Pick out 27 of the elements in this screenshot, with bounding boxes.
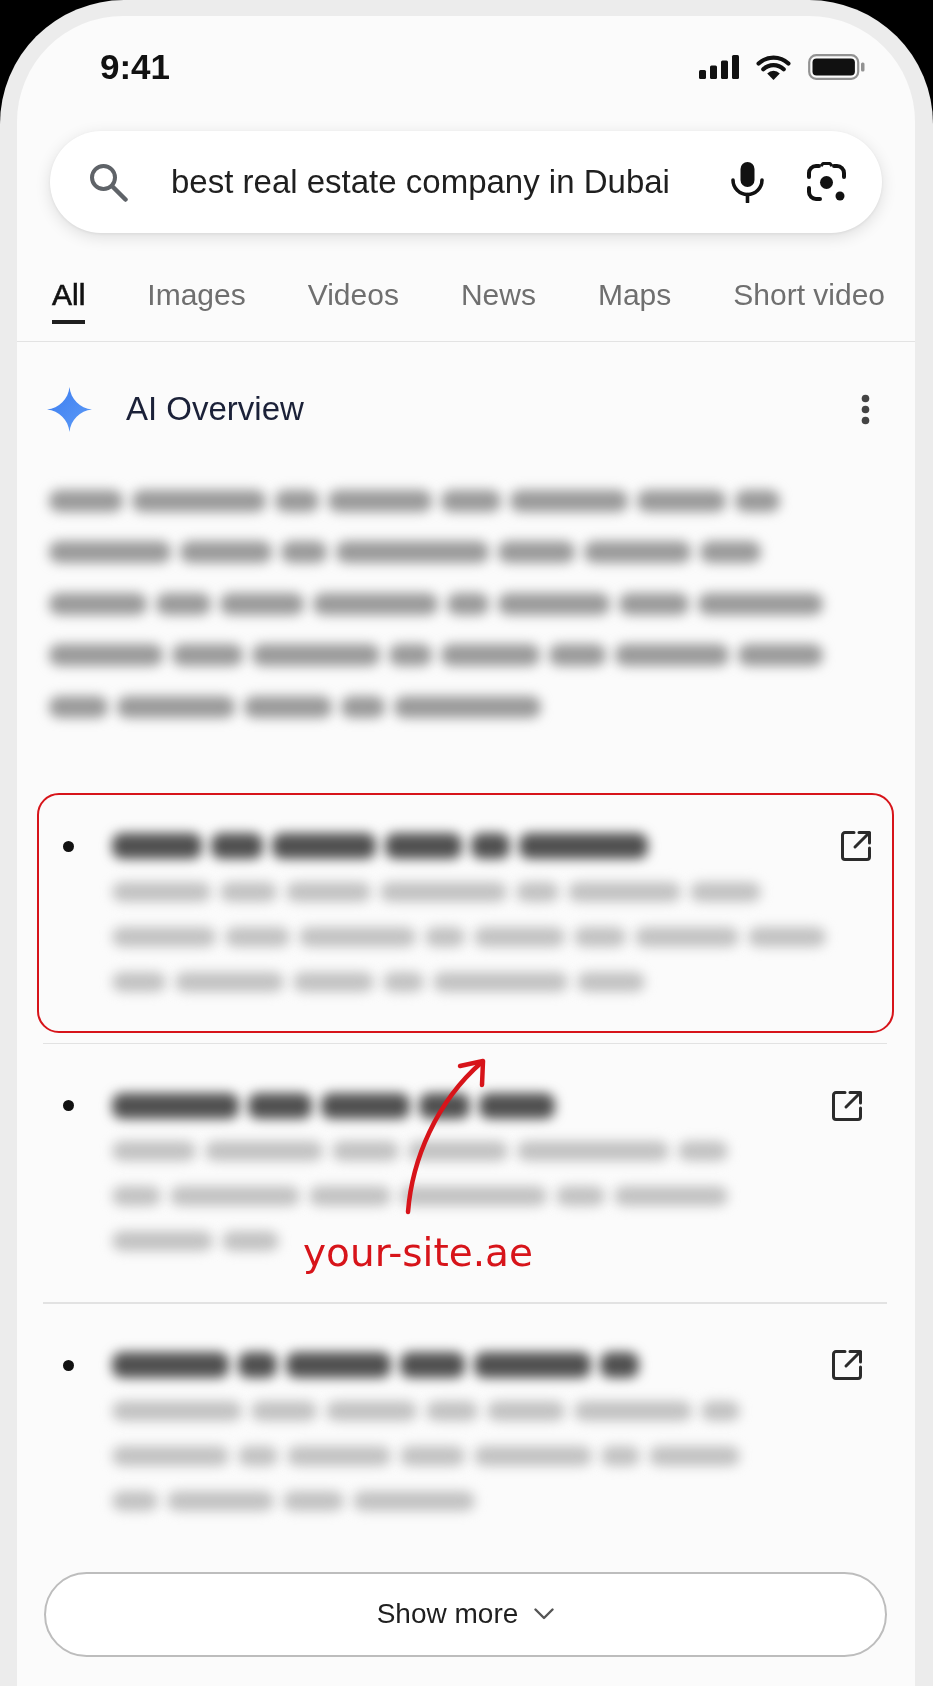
show-more-button[interactable]: Show more — [44, 1571, 887, 1657]
tab[interactable]: All — [52, 277, 86, 324]
external-link-icon[interactable] — [830, 1349, 863, 1381]
sparkle-icon — [47, 386, 92, 432]
camera-search-icon[interactable] — [806, 161, 847, 203]
signal-icon — [699, 55, 739, 79]
chevron-down-icon — [534, 1608, 555, 1620]
bullet-icon — [63, 1100, 74, 1111]
tab[interactable]: Videos — [307, 277, 399, 324]
ai-overview-title: AI Overview — [126, 389, 305, 429]
bullet-icon — [63, 840, 74, 852]
search-bar[interactable]: best real estate company in Dubai — [50, 131, 882, 233]
tab[interactable]: Short video — [733, 277, 886, 324]
battery-icon — [808, 54, 865, 80]
external-link-icon[interactable] — [830, 1089, 863, 1122]
tab[interactable]: Images — [147, 277, 246, 324]
bullet-icon — [63, 1359, 74, 1371]
status-time: 9:41 — [100, 47, 171, 87]
tab[interactable]: Maps — [597, 277, 672, 324]
search-icon[interactable] — [88, 162, 128, 202]
tab[interactable]: News — [460, 277, 536, 324]
annotation-label: your-site.ae — [303, 1229, 533, 1276]
external-link-icon[interactable] — [840, 830, 872, 862]
search-field[interactable]: best real estate company in Dubai — [171, 161, 710, 203]
more-options-icon[interactable] — [861, 393, 870, 425]
wifi-icon — [756, 54, 791, 80]
microphone-icon[interactable] — [730, 161, 765, 203]
